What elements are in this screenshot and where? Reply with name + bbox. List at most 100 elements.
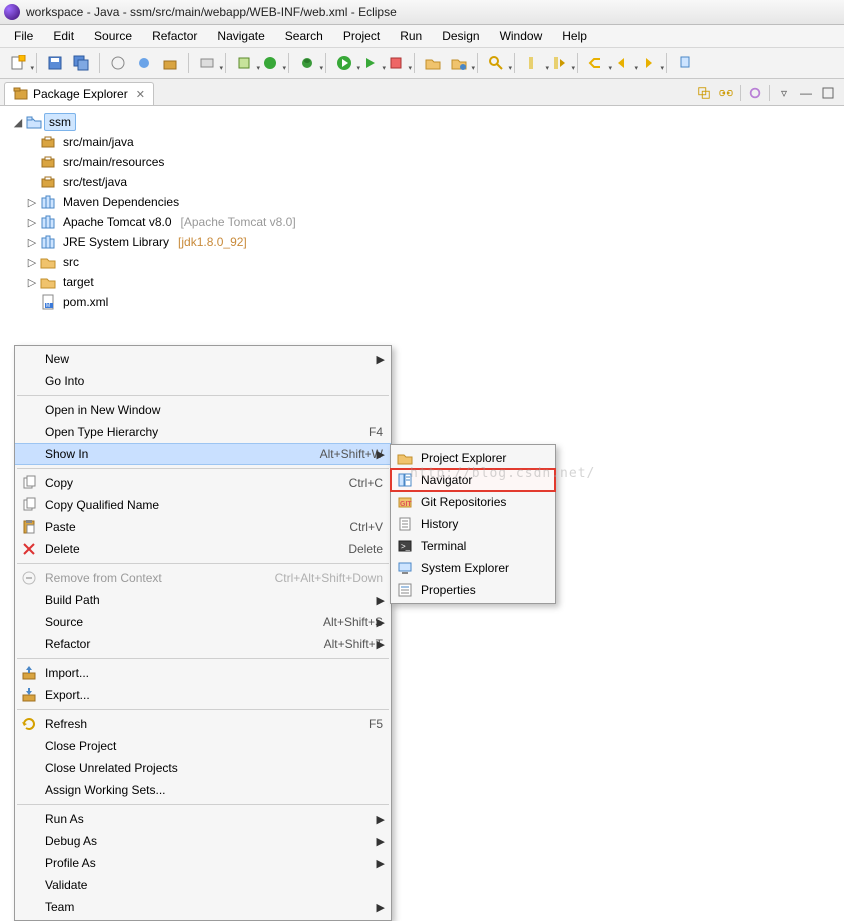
menu-help[interactable]: Help (554, 27, 595, 45)
submenu-item-terminal[interactable]: >_Terminal (391, 535, 555, 557)
import-icon (19, 665, 39, 681)
separator (17, 395, 389, 396)
tree-item[interactable]: • src/main/java (8, 132, 844, 152)
menu-source[interactable]: Source (86, 27, 140, 45)
menu-item-assign-working-sets[interactable]: Assign Working Sets... (15, 779, 391, 801)
submenu-arrow-icon: ▶ (377, 813, 385, 826)
open-resource-button[interactable]: ▾ (447, 51, 471, 75)
menu-item-show-in[interactable]: Show InAlt+Shift+W▶ (15, 443, 391, 465)
submenu-label: Properties (421, 583, 537, 597)
external-tools-button[interactable]: ▾ (384, 51, 408, 75)
tree-item[interactable]: • src/main/resources (8, 152, 844, 172)
back-button[interactable]: ▾ (610, 51, 634, 75)
new-button[interactable]: ▾ (6, 51, 30, 75)
menu-item-team[interactable]: Team▶ (15, 896, 391, 918)
tree-item[interactable]: ▷ target (8, 272, 844, 292)
open-task-button[interactable] (106, 51, 130, 75)
tree-item[interactable]: ▷ src (8, 252, 844, 272)
menu-item-validate[interactable]: Validate (15, 874, 391, 896)
menu-item-profile-as[interactable]: Profile As▶ (15, 852, 391, 874)
menu-refactor[interactable]: Refactor (144, 27, 205, 45)
tree-item[interactable]: ▷ JRE System Library [jdk1.8.0_92] (8, 232, 844, 252)
new-server-button[interactable]: ▾ (195, 51, 219, 75)
collapse-all-icon[interactable] (694, 83, 714, 103)
menu-item-new[interactable]: New▶ (15, 348, 391, 370)
library-icon (40, 234, 56, 250)
build-button[interactable] (158, 51, 182, 75)
submenu-item-system-explorer[interactable]: System Explorer (391, 557, 555, 579)
tree-item[interactable]: ▷ Apache Tomcat v8.0 [Apache Tomcat v8.0… (8, 212, 844, 232)
menu-item-run-as[interactable]: Run As▶ (15, 808, 391, 830)
maximize-view-icon[interactable] (818, 83, 838, 103)
close-icon[interactable]: ✕ (136, 88, 145, 101)
system-explorer-icon (395, 560, 415, 576)
tree-root[interactable]: ◢ ssm (8, 112, 844, 132)
package-icon (40, 174, 56, 190)
tree-item[interactable]: ▷ Maven Dependencies (8, 192, 844, 212)
save-all-button[interactable] (69, 51, 93, 75)
menu-label: Refactor (45, 637, 294, 651)
menu-item-build-path[interactable]: Build Path▶ (15, 589, 391, 611)
debug-button[interactable]: ▾ (295, 51, 319, 75)
forward-button[interactable]: ▾ (636, 51, 660, 75)
menu-item-go-into[interactable]: Go Into (15, 370, 391, 392)
menu-label: Delete (45, 542, 318, 556)
menu-item-copy-qualified-name[interactable]: Copy Qualified Name (15, 494, 391, 516)
open-project-button[interactable] (421, 51, 445, 75)
menu-search[interactable]: Search (277, 27, 331, 45)
menu-project[interactable]: Project (335, 27, 388, 45)
link-editor-icon[interactable] (716, 83, 736, 103)
menu-navigate[interactable]: Navigate (209, 27, 272, 45)
menu-item-open-in-new-window[interactable]: Open in New Window (15, 399, 391, 421)
menu-item-source[interactable]: SourceAlt+Shift+S▶ (15, 611, 391, 633)
context-submenu-show-in: Project ExplorerNavigatorGITGit Reposito… (390, 444, 556, 604)
menu-label: Build Path (45, 593, 383, 607)
menu-item-refactor[interactable]: RefactorAlt+Shift+T▶ (15, 633, 391, 655)
menu-design[interactable]: Design (434, 27, 487, 45)
submenu-item-git-repositories[interactable]: GITGit Repositories (391, 491, 555, 513)
menu-label: Assign Working Sets... (45, 783, 383, 797)
view-menu-icon[interactable]: ▿ (774, 83, 794, 103)
run-button[interactable]: ▾ (332, 51, 356, 75)
save-button[interactable] (43, 51, 67, 75)
coverage-button[interactable]: ▾ (258, 51, 282, 75)
menu-shortcut: Ctrl+Alt+Shift+Down (275, 571, 383, 585)
submenu-arrow-icon: ▶ (377, 448, 385, 461)
menu-item-delete[interactable]: DeleteDelete (15, 538, 391, 560)
menu-item-export[interactable]: Export... (15, 684, 391, 706)
new-wizard-button[interactable]: ▾ (232, 51, 256, 75)
tree-item[interactable]: • src/test/java (8, 172, 844, 192)
menu-item-copy[interactable]: CopyCtrl+C (15, 472, 391, 494)
toggle-mark-button[interactable]: ▾ (521, 51, 545, 75)
prev-edit-button[interactable]: ▾ (584, 51, 608, 75)
blank-icon (19, 351, 39, 367)
pin-editor-button[interactable] (673, 51, 697, 75)
submenu-item-properties[interactable]: Properties (391, 579, 555, 601)
git-icon: GIT (395, 494, 415, 510)
next-annotation-button[interactable]: ▾ (547, 51, 571, 75)
submenu-item-history[interactable]: History (391, 513, 555, 535)
tab-package-explorer[interactable]: Package Explorer ✕ (4, 82, 154, 105)
menu-edit[interactable]: Edit (45, 27, 82, 45)
minimize-view-icon[interactable]: — (796, 83, 816, 103)
menu-label: Go Into (45, 374, 383, 388)
tree-label: ssm (44, 113, 76, 131)
search-button[interactable]: ▾ (484, 51, 508, 75)
menu-file[interactable]: File (6, 27, 41, 45)
focus-task-icon[interactable] (745, 83, 765, 103)
menu-item-refresh[interactable]: RefreshF5 (15, 713, 391, 735)
submenu-item-project-explorer[interactable]: Project Explorer (391, 447, 555, 469)
menu-item-debug-as[interactable]: Debug As▶ (15, 830, 391, 852)
menu-item-close-project[interactable]: Close Project (15, 735, 391, 757)
menu-label: Team (45, 900, 383, 914)
menu-item-import[interactable]: Import... (15, 662, 391, 684)
submenu-item-navigator[interactable]: Navigator (391, 469, 555, 491)
run-last-button[interactable]: ▾ (358, 51, 382, 75)
skip-breakpoints-button[interactable] (132, 51, 156, 75)
menu-item-close-unrelated-projects[interactable]: Close Unrelated Projects (15, 757, 391, 779)
menu-item-paste[interactable]: PasteCtrl+V (15, 516, 391, 538)
menu-item-open-type-hierarchy[interactable]: Open Type HierarchyF4 (15, 421, 391, 443)
menu-run[interactable]: Run (392, 27, 430, 45)
menu-window[interactable]: Window (492, 27, 551, 45)
tree-item[interactable]: • M pom.xml (8, 292, 844, 312)
